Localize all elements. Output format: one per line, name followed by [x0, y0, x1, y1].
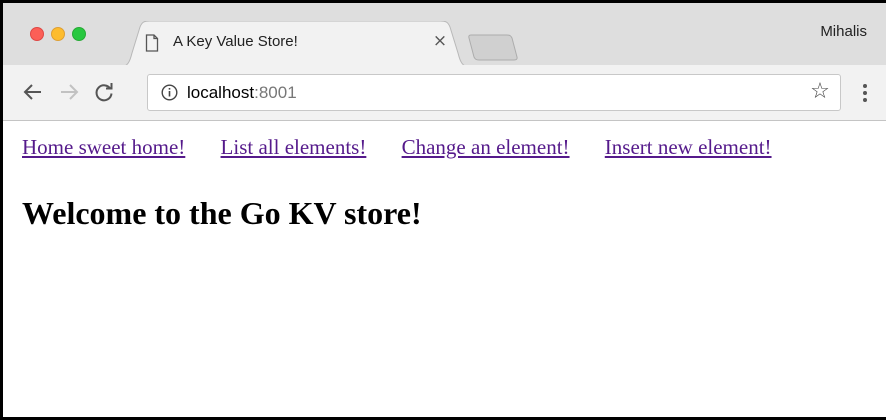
back-arrow-icon[interactable] — [21, 80, 45, 104]
list-elements-link[interactable]: List all elements! — [221, 135, 367, 159]
profile-name[interactable]: Mihalis — [820, 23, 867, 40]
change-element-link[interactable]: Change an element! — [402, 135, 570, 159]
url-port: :8001 — [254, 83, 297, 102]
browser-window: A Key Value Store! × Mihalis localhost:8… — [0, 0, 886, 420]
page-content: Home sweet home! List all elements! Chan… — [3, 121, 886, 417]
tab-strip: A Key Value Store! × Mihalis — [3, 3, 886, 67]
window-minimize-button[interactable] — [51, 27, 65, 41]
url-host: localhost — [187, 83, 255, 102]
insert-element-link[interactable]: Insert new element! — [605, 135, 772, 159]
window-maximize-button[interactable] — [72, 27, 86, 41]
kebab-menu-icon[interactable] — [859, 81, 871, 105]
info-icon[interactable] — [161, 84, 178, 101]
reload-icon[interactable] — [92, 80, 116, 104]
address-bar[interactable]: localhost:8001 ☆ — [147, 74, 841, 111]
forward-arrow-icon[interactable] — [57, 80, 81, 104]
browser-toolbar: localhost:8001 ☆ — [3, 65, 886, 121]
page-heading: Welcome to the Go KV store! — [22, 195, 422, 231]
home-link[interactable]: Home sweet home! — [22, 135, 185, 159]
new-tab-button[interactable] — [467, 33, 519, 61]
tab-close-icon[interactable]: × — [430, 31, 450, 51]
url-text[interactable]: localhost:8001 — [187, 83, 297, 103]
browser-tab-active[interactable]: A Key Value Store! × — [120, 21, 470, 67]
tab-title: A Key Value Store! — [173, 33, 298, 50]
page-nav: Home sweet home! List all elements! Chan… — [22, 135, 802, 160]
document-icon — [145, 34, 159, 52]
bookmark-star-icon[interactable]: ☆ — [808, 80, 832, 104]
window-close-button[interactable] — [30, 27, 44, 41]
